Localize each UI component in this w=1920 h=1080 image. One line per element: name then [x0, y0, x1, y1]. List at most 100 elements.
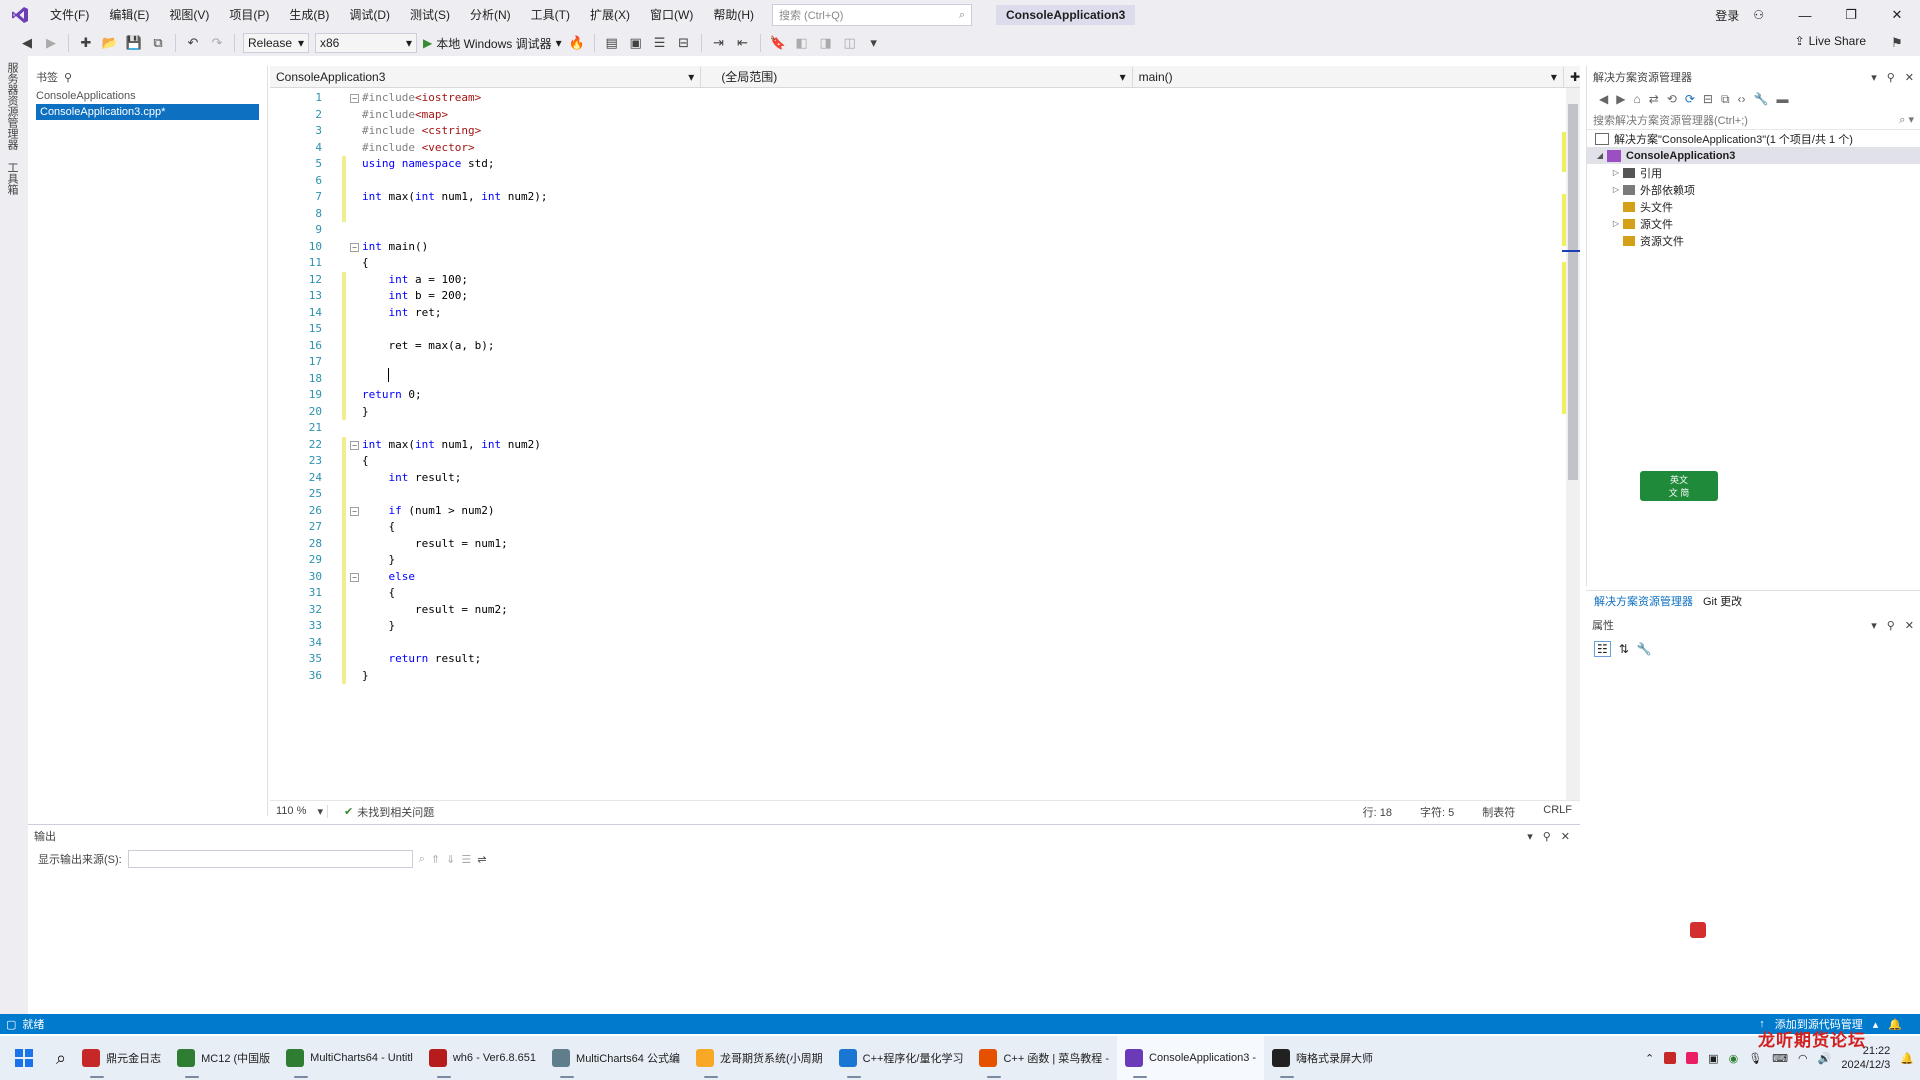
solution-tree-item[interactable]: 资源文件 — [1587, 232, 1920, 249]
taskbar-app[interactable]: C++程序化/量化学习 — [831, 1036, 972, 1080]
close-button[interactable]: ✕ — [1874, 7, 1920, 23]
platform-dropdown[interactable]: x86 ▾ — [315, 33, 417, 53]
menu-item[interactable]: 测试(S) — [400, 0, 460, 30]
server-explorer-tab[interactable]: 服务器资源管理器 — [0, 56, 24, 156]
taskbar-app[interactable]: MC12 (中国版 — [169, 1036, 278, 1080]
start-debugging-button[interactable]: ▶ 本地 Windows 调试器 ▾ — [423, 35, 562, 52]
back-icon[interactable]: ◀ — [18, 34, 36, 52]
code-line[interactable]: 32 result = num2; — [270, 601, 1560, 618]
code-line[interactable]: 23 { — [270, 453, 1560, 470]
pin-icon[interactable]: ⚲ — [64, 71, 72, 84]
bookmark-file-item[interactable]: ConsoleApplication3.cpp* — [36, 104, 259, 120]
menu-item[interactable]: 扩展(X) — [580, 0, 640, 30]
menu-item[interactable]: 调试(D) — [339, 0, 400, 30]
new-project-icon[interactable]: ✚ — [77, 34, 95, 52]
menu-item[interactable]: 编辑(E) — [99, 0, 159, 30]
code-line[interactable]: 1 − #include<iostream> — [270, 90, 1560, 107]
next-message-icon[interactable]: ⇓ — [446, 853, 455, 866]
menu-item[interactable]: 窗口(W) — [640, 0, 703, 30]
pin-icon[interactable]: ⚲ — [1887, 71, 1895, 84]
member-dropdown[interactable]: main() ▾ — [1133, 66, 1564, 87]
visual-studio-logo-icon[interactable] — [0, 0, 40, 30]
tab-git-changes[interactable]: Git 更改 — [1703, 593, 1742, 609]
volume-icon[interactable]: 🔊 — [1818, 1052, 1832, 1065]
code-line[interactable]: 29 } — [270, 552, 1560, 569]
save-icon[interactable]: 💾 — [125, 34, 143, 52]
solution-node[interactable]: 解决方案"ConsoleApplication3"(1 个项目/共 1 个) — [1587, 130, 1920, 147]
taskbar-app[interactable]: 嗨格式录屏大师 — [1264, 1036, 1381, 1080]
code-line[interactable]: 33 } — [270, 618, 1560, 635]
live-share-button[interactable]: ⇪ Live Share — [1795, 34, 1866, 48]
solution-tree-item[interactable]: ▷ 源文件 — [1587, 215, 1920, 232]
preview-icon[interactable]: ▬ — [1777, 92, 1789, 106]
tray-app-icon[interactable]: ▣ — [1708, 1052, 1718, 1065]
collapse-toggle-icon[interactable]: − — [350, 506, 359, 516]
collapse-toggle-icon[interactable]: − — [350, 94, 359, 103]
word-wrap-icon[interactable]: ⇌ — [477, 853, 486, 866]
code-line[interactable]: 26 − if (num1 > num2) — [270, 502, 1560, 519]
code-line[interactable]: 15 — [270, 321, 1560, 338]
solution-tree-item[interactable]: ▷ 外部依赖项 — [1587, 181, 1920, 198]
prev-bookmark-icon[interactable]: ◧ — [793, 34, 811, 52]
issues-indicator[interactable]: ✔ 未找到相关问题 — [344, 804, 434, 820]
taskbar-app[interactable]: wh6 - Ver6.8.651 — [421, 1036, 544, 1080]
minimize-button[interactable]: — — [1782, 8, 1828, 23]
pin-icon[interactable]: ⚲ — [1887, 619, 1895, 632]
line-indicator[interactable]: 行: 18 — [1363, 804, 1392, 820]
recorder-icon[interactable] — [1690, 922, 1706, 938]
properties-wrench-icon[interactable]: 🔧 — [1754, 92, 1769, 106]
menu-item[interactable]: 项目(P) — [219, 0, 279, 30]
expanded-triangle-icon[interactable]: ◢ — [1593, 151, 1607, 160]
taskbar-search-button[interactable]: ⌕ — [48, 1036, 74, 1080]
indent-mode-indicator[interactable]: 制表符 — [1482, 804, 1515, 820]
keyboard-icon[interactable]: ⌨ — [1772, 1052, 1788, 1065]
show-all-files-icon[interactable]: ⧉ — [1721, 92, 1730, 107]
code-line[interactable]: 21 — [270, 420, 1560, 437]
menu-item[interactable]: 生成(B) — [279, 0, 339, 30]
code-line[interactable]: 7 int max(int num1, int num2); — [270, 189, 1560, 206]
taskbar-app[interactable]: 鼎元金日志 — [74, 1036, 169, 1080]
scope-dropdown[interactable]: (全局范围) ▾ — [701, 66, 1133, 87]
close-icon[interactable]: ✕ — [1905, 71, 1914, 84]
code-line[interactable]: 18 — [270, 370, 1560, 387]
menu-item[interactable]: 工具(T) — [521, 0, 580, 30]
code-editor[interactable]: 1− #include<iostream> 2 #include<map> 3 #incl… — [270, 88, 1572, 800]
taskbar-app[interactable]: MultiCharts64 公式编 — [544, 1036, 688, 1080]
code-line[interactable]: 25 — [270, 486, 1560, 503]
menu-item[interactable]: 视图(V) — [159, 0, 219, 30]
home-icon[interactable]: ⌂ — [1633, 92, 1640, 106]
code-line[interactable]: 4 #include <vector> — [270, 140, 1560, 157]
chevron-up-icon[interactable]: ▴ — [1873, 1018, 1879, 1031]
code-line[interactable]: 31 { — [270, 585, 1560, 602]
collapse-toggle-icon[interactable]: − — [350, 572, 359, 582]
menu-item[interactable]: 分析(N) — [460, 0, 521, 30]
open-folder-icon[interactable]: 📂 — [101, 34, 119, 52]
bookmark-project-item[interactable]: ConsoleApplications — [28, 88, 267, 104]
tab-solution-explorer[interactable]: 解决方案资源管理器 — [1594, 593, 1693, 609]
bookmark-icon[interactable]: 🔖 — [769, 34, 787, 52]
chevron-down-icon[interactable]: ▾ — [1871, 619, 1877, 632]
save-all-icon[interactable]: ⧉ — [149, 34, 167, 52]
close-icon[interactable]: ✕ — [1561, 830, 1570, 843]
chevron-down-icon[interactable]: ▾ — [1527, 830, 1533, 843]
forward-icon[interactable]: ▶ — [1616, 92, 1625, 106]
code-line[interactable]: 2 #include<map> — [270, 107, 1560, 124]
code-line[interactable]: 34 — [270, 634, 1560, 651]
format-icon[interactable]: ⊟ — [675, 34, 693, 52]
expand-triangle-icon[interactable]: ▷ — [1609, 219, 1623, 228]
start-button[interactable] — [0, 1036, 48, 1080]
diagnostics-icon[interactable]: ▣ — [627, 34, 645, 52]
configuration-dropdown[interactable]: Release ▾ — [243, 33, 309, 53]
taskbar-app[interactable]: MultiCharts64 - Untitl — [278, 1036, 421, 1080]
code-line[interactable]: 30 − else — [270, 568, 1560, 585]
categorized-icon[interactable]: ☷ — [1594, 641, 1611, 657]
expand-triangle-icon[interactable]: ▷ — [1609, 168, 1623, 177]
clear-all-icon[interactable]: ☰ — [461, 853, 471, 866]
code-line[interactable]: 27 { — [270, 519, 1560, 536]
wifi-icon[interactable]: ◠ — [1798, 1052, 1808, 1065]
collapse-all-icon[interactable]: ⊟ — [1703, 92, 1713, 106]
prev-message-icon[interactable]: ⇑ — [431, 853, 440, 866]
code-line[interactable]: 10 − int main() — [270, 239, 1560, 256]
split-editor-icon[interactable]: ✚ — [1564, 70, 1580, 84]
ime-toolbar-widget[interactable]: 英文 文 简 — [1640, 471, 1718, 501]
